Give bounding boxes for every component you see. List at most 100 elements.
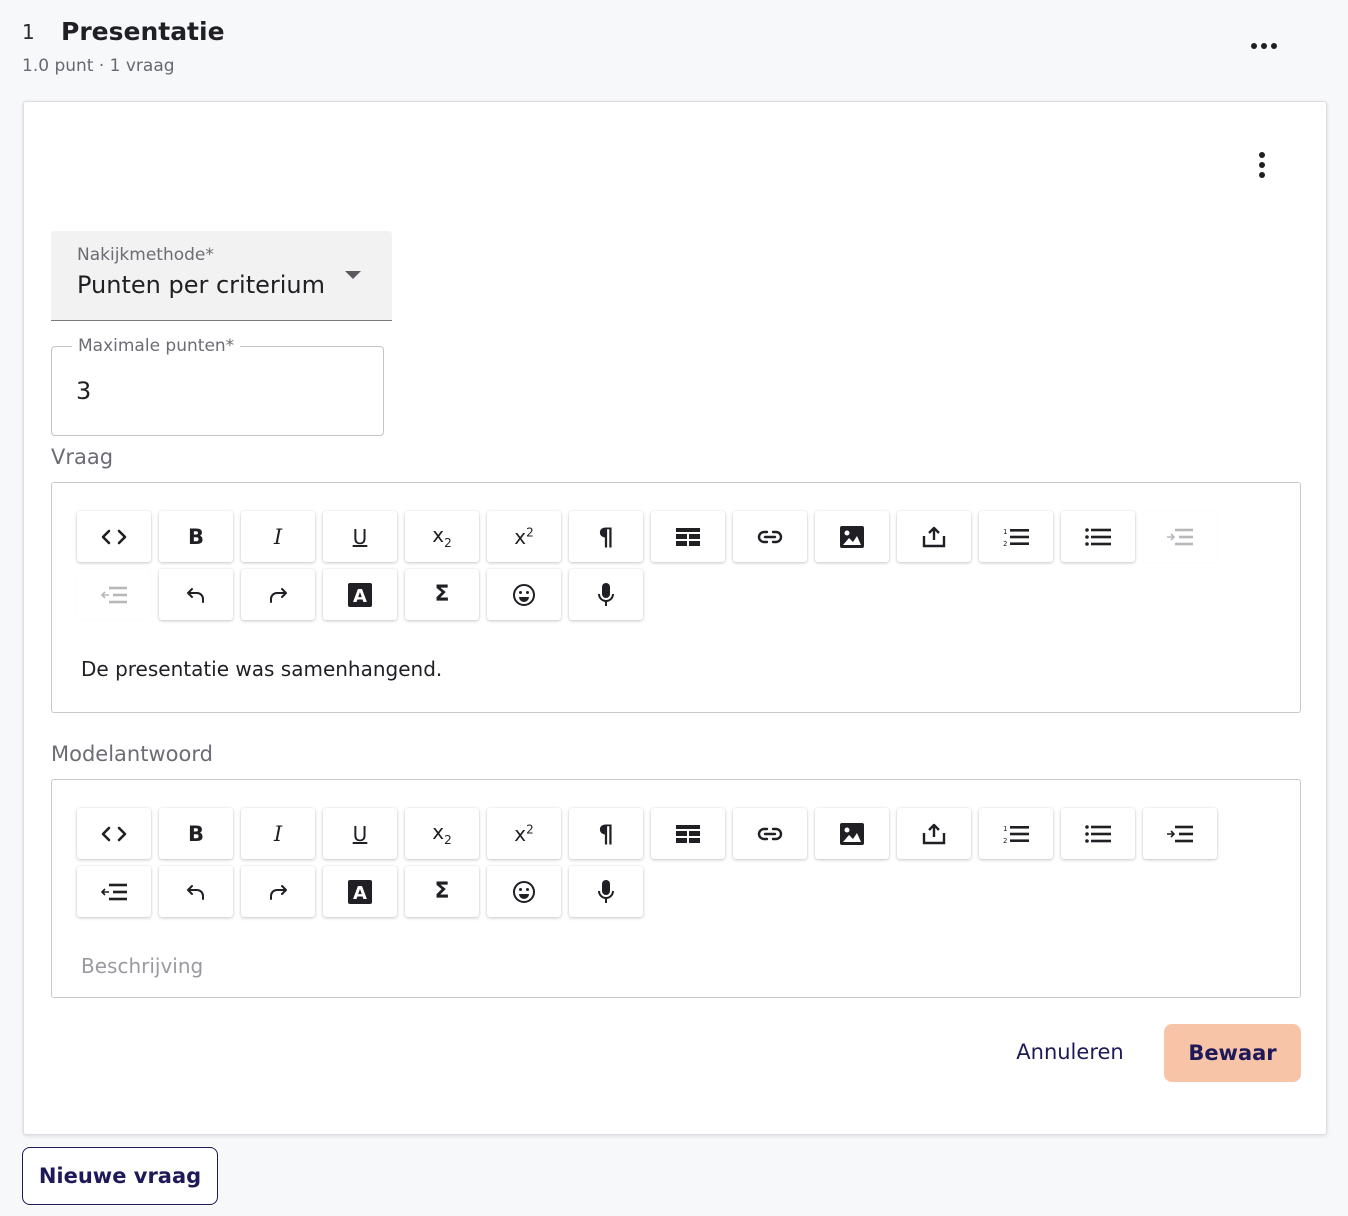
bold-button[interactable]: B bbox=[159, 511, 233, 562]
sigma-icon-glyph: Σ bbox=[434, 582, 450, 607]
indent-button[interactable] bbox=[1143, 808, 1217, 859]
bold-button[interactable]: B bbox=[159, 808, 233, 859]
question-content[interactable]: De presentatie was samenhangend. bbox=[81, 657, 1261, 681]
indent-button[interactable] bbox=[1143, 511, 1217, 562]
dropdown-arrow-icon bbox=[345, 271, 361, 279]
table-button[interactable] bbox=[651, 511, 725, 562]
subscript-button[interactable]: x2 bbox=[405, 511, 479, 562]
upload-icon bbox=[922, 823, 946, 845]
outdent-icon bbox=[101, 883, 127, 901]
source-code-button[interactable] bbox=[77, 511, 151, 562]
more-vertical-icon[interactable] bbox=[1248, 148, 1276, 182]
outdent-button[interactable] bbox=[77, 569, 151, 620]
italic-button[interactable]: I bbox=[241, 808, 315, 859]
table-icon bbox=[676, 527, 700, 546]
emoji-icon bbox=[512, 583, 536, 607]
subscript-button[interactable]: x2 bbox=[405, 808, 479, 859]
dot bbox=[1251, 43, 1257, 49]
subscript-icon-glyph: x bbox=[432, 523, 445, 547]
dot bbox=[1259, 162, 1265, 168]
undo-button[interactable] bbox=[159, 569, 233, 620]
table-icon bbox=[676, 824, 700, 843]
microphone-button[interactable] bbox=[569, 569, 643, 620]
underline-button[interactable]: U bbox=[323, 808, 397, 859]
text-color-button[interactable]: A bbox=[323, 569, 397, 620]
paragraph-button[interactable]: ¶ bbox=[569, 511, 643, 562]
pilcrow-icon: ¶ bbox=[598, 820, 613, 848]
section-title: Presentatie bbox=[61, 17, 225, 46]
new-question-button[interactable]: Nieuwe vraag bbox=[22, 1147, 218, 1205]
upload-icon bbox=[922, 526, 946, 548]
svg-text:A: A bbox=[353, 586, 367, 607]
redo-button[interactable] bbox=[241, 569, 315, 620]
max-points-label: Maximale punten* bbox=[72, 335, 241, 357]
text-color-icon: A bbox=[348, 879, 372, 904]
numbered-list-button[interactable]: 12 bbox=[979, 808, 1053, 859]
sigma-icon-glyph: Σ bbox=[434, 879, 450, 904]
save-button[interactable]: Bewaar bbox=[1164, 1024, 1301, 1082]
microphone-button[interactable] bbox=[569, 866, 643, 917]
bold-icon-glyph: B bbox=[187, 524, 204, 549]
emoji-button[interactable] bbox=[487, 569, 561, 620]
subscript-icon-script: 2 bbox=[444, 536, 452, 550]
paragraph-button[interactable]: ¶ bbox=[569, 808, 643, 859]
numbered-list-button[interactable]: 12 bbox=[979, 511, 1053, 562]
cancel-button[interactable]: Annuleren bbox=[1000, 1024, 1140, 1080]
image-button[interactable] bbox=[815, 808, 889, 859]
italic-button[interactable]: I bbox=[241, 511, 315, 562]
subscript-icon: x2 bbox=[432, 820, 451, 847]
model-answer-toolbar: B I Ux2 x2 ¶ 1 2 A Σ bbox=[77, 808, 1237, 917]
svg-text:2: 2 bbox=[1003, 540, 1007, 547]
more-horizontal-icon[interactable] bbox=[1244, 34, 1284, 58]
model-answer-editor: B I Ux2 x2 ¶ 1 2 A Σ Beschrijving bbox=[51, 779, 1301, 998]
formula-button[interactable]: Σ bbox=[405, 569, 479, 620]
upload-button[interactable] bbox=[897, 511, 971, 562]
superscript-button[interactable]: x2 bbox=[487, 511, 561, 562]
redo-icon bbox=[268, 883, 288, 901]
undo-button[interactable] bbox=[159, 866, 233, 917]
image-icon bbox=[840, 822, 864, 845]
undo-icon bbox=[186, 586, 206, 604]
grading-method-select[interactable]: Nakijkmethode* Punten per criterium bbox=[51, 231, 392, 321]
redo-button[interactable] bbox=[241, 866, 315, 917]
question-label: Vraag bbox=[51, 445, 114, 469]
superscript-icon-glyph: x bbox=[514, 821, 527, 846]
link-button[interactable] bbox=[733, 511, 807, 562]
underline-button[interactable]: U bbox=[323, 511, 397, 562]
superscript-icon-script: 2 bbox=[526, 821, 534, 836]
superscript-button[interactable]: x2 bbox=[487, 808, 561, 859]
svg-text:1: 1 bbox=[1003, 825, 1007, 833]
question-toolbar: B I Ux2 x2 ¶ 1 2 A Σ bbox=[77, 511, 1237, 620]
code-icon bbox=[101, 529, 127, 545]
undo-icon bbox=[186, 883, 206, 901]
sigma-icon: Σ bbox=[434, 582, 449, 607]
microphone-icon bbox=[598, 582, 614, 607]
bold-icon: B bbox=[188, 525, 204, 549]
emoji-button[interactable] bbox=[487, 866, 561, 917]
indent-icon bbox=[1167, 825, 1193, 843]
superscript-icon: x2 bbox=[514, 822, 533, 846]
text-color-icon: A bbox=[348, 582, 372, 607]
max-points-input[interactable] bbox=[76, 371, 366, 411]
outdent-button[interactable] bbox=[77, 866, 151, 917]
grading-method-value: Punten per criterium bbox=[77, 271, 326, 299]
model-answer-content[interactable]: Beschrijving bbox=[81, 954, 1261, 978]
svg-text:1: 1 bbox=[1003, 528, 1007, 536]
bullet-list-button[interactable] bbox=[1061, 511, 1135, 562]
table-button[interactable] bbox=[651, 808, 725, 859]
model-answer-label: Modelantwoord bbox=[51, 742, 213, 766]
italic-icon: I bbox=[274, 822, 282, 846]
text-color-button[interactable]: A bbox=[323, 866, 397, 917]
subscript-icon-glyph: x bbox=[432, 820, 445, 844]
italic-icon-glyph: I bbox=[273, 524, 283, 549]
image-button[interactable] bbox=[815, 511, 889, 562]
upload-button[interactable] bbox=[897, 808, 971, 859]
section-header: 1 Presentatie 1.0 punt · 1 vraag bbox=[22, 16, 1322, 80]
italic-icon: I bbox=[274, 525, 282, 549]
formula-button[interactable]: Σ bbox=[405, 866, 479, 917]
link-button[interactable] bbox=[733, 808, 807, 859]
source-code-button[interactable] bbox=[77, 808, 151, 859]
dot bbox=[1259, 152, 1265, 158]
bullet-list-button[interactable] bbox=[1061, 808, 1135, 859]
superscript-icon-script: 2 bbox=[526, 524, 534, 539]
